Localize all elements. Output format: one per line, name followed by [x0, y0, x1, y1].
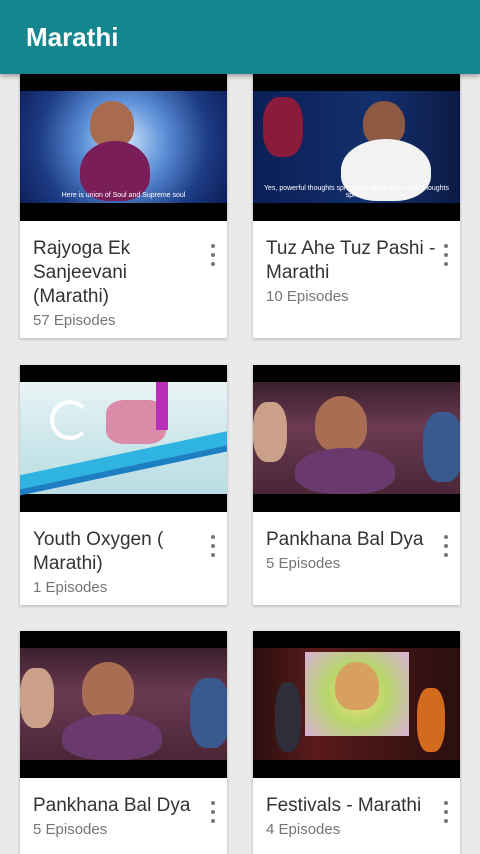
more-vert-icon[interactable]: [439, 244, 453, 266]
series-thumbnail[interactable]: [20, 631, 227, 778]
thumbnail-image: [253, 382, 460, 494]
series-thumbnail[interactable]: Here is union of Soul and Supreme soul: [20, 74, 227, 221]
series-card[interactable]: Festivals - Marathi 4 Episodes: [253, 631, 460, 854]
series-title: Youth Oxygen ( Marathi): [33, 529, 164, 574]
series-title: Pankhana Bal Dya: [266, 529, 424, 550]
episode-count: 5 Episodes: [33, 821, 108, 838]
series-thumbnail[interactable]: [253, 365, 460, 512]
series-title: Pankhana Bal Dya: [33, 795, 191, 816]
series-card[interactable]: Yes, powerful thoughts spread far away t…: [253, 74, 460, 338]
series-card[interactable]: Youth Oxygen ( Marathi) 1 Episodes: [20, 365, 227, 605]
more-vert-icon[interactable]: [206, 244, 220, 266]
series-thumbnail[interactable]: Yes, powerful thoughts spread far away t…: [253, 74, 460, 221]
series-card[interactable]: Pankhana Bal Dya 5 Episodes: [253, 365, 460, 605]
episode-count: 4 Episodes: [266, 821, 341, 838]
page-title: Marathi: [26, 22, 119, 52]
series-title: Festivals - Marathi: [266, 795, 422, 816]
more-vert-icon[interactable]: [439, 801, 453, 823]
thumbnail-image: [20, 382, 227, 497]
app-bar: Marathi: [0, 0, 480, 74]
series-title: Tuz Ahe Tuz Pashi - Marathi: [266, 238, 436, 283]
series-grid[interactable]: Here is union of Soul and Supreme soul R…: [0, 74, 480, 854]
episode-count: 10 Episodes: [266, 288, 349, 305]
series-card[interactable]: Pankhana Bal Dya 5 Episodes: [20, 631, 227, 854]
series-thumbnail[interactable]: [253, 631, 460, 778]
thumbnail-image: [253, 648, 460, 760]
thumbnail-subtitle: Here is union of Soul and Supreme soul: [61, 192, 186, 199]
series-card[interactable]: Here is union of Soul and Supreme soul R…: [20, 74, 227, 338]
episode-count: 5 Episodes: [266, 555, 341, 572]
thumbnail-image: Yes, powerful thoughts spread far away t…: [253, 91, 460, 203]
more-vert-icon[interactable]: [206, 801, 220, 823]
episode-count: 57 Episodes: [33, 312, 116, 329]
more-vert-icon[interactable]: [206, 535, 220, 557]
episode-count: 1 Episodes: [33, 579, 108, 596]
series-thumbnail[interactable]: [20, 365, 227, 512]
more-vert-icon[interactable]: [439, 535, 453, 557]
series-title: Rajyoga Ek Sanjeevani (Marathi): [33, 238, 131, 307]
thumbnail-image: Here is union of Soul and Supreme soul: [20, 91, 227, 203]
thumbnail-subtitle: Yes, powerful thoughts spread far away t…: [264, 185, 449, 199]
thumbnail-image: [20, 648, 227, 760]
